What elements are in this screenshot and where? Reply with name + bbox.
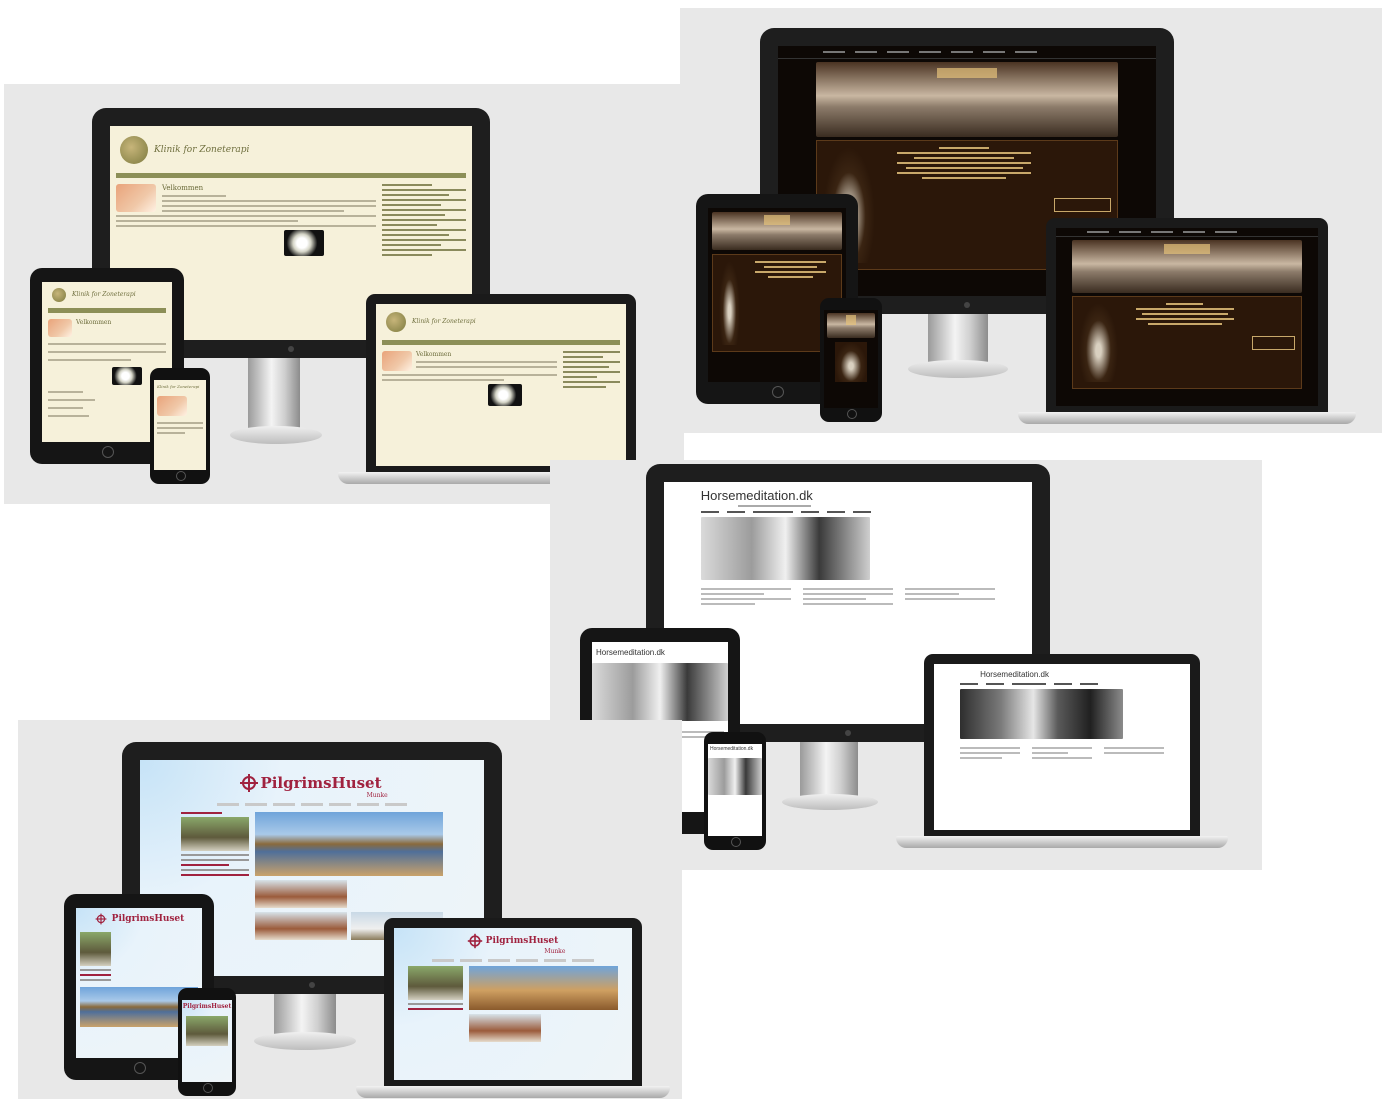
monitor-stand-base <box>782 794 878 810</box>
page-heading: Velkommen <box>416 350 452 358</box>
pilgrim-cross-icon <box>95 913 107 925</box>
site-logo-text: Klinik for Zoneterapi <box>157 383 200 389</box>
laptop-base <box>1018 412 1356 424</box>
hand-image <box>382 350 412 371</box>
hand-image <box>157 395 187 416</box>
laptop-base <box>356 1086 670 1098</box>
monitor-stand-neck <box>248 346 300 436</box>
bottle-image <box>834 342 868 382</box>
hand-image <box>116 184 156 213</box>
klinik-site-screen-phone: Klinik for Zoneterapi <box>154 380 206 470</box>
showcase-panel-cafe <box>680 8 1382 433</box>
site-nav-bar <box>664 507 1032 513</box>
laptop-device: PilgrimsHuset Munke <box>384 918 642 1088</box>
pilgrim-site-screen-phone: PilgrimsHuset <box>182 1000 232 1082</box>
orchid-image <box>284 230 324 257</box>
cafe-site-screen-phone <box>824 310 878 408</box>
pilgrim-site-screen-laptop: PilgrimsHuset Munke <box>394 928 632 1080</box>
logo-emblem-icon <box>52 287 66 302</box>
group-photo-image <box>408 966 463 1000</box>
phone-device: Horsemeditation.dk <box>704 732 766 850</box>
cafe-hero-image <box>815 61 1119 137</box>
hand-image <box>48 318 72 337</box>
phone-device <box>820 298 882 422</box>
monitor-stand-base <box>254 1032 356 1050</box>
phone-device: PilgrimsHuset <box>178 988 236 1096</box>
church-image <box>255 911 347 940</box>
site-logo-text: Klinik for Zoneterapi <box>72 291 136 299</box>
laptop-device: Horsemeditation.dk <box>924 654 1200 838</box>
site-brand: Horsemeditation.dk <box>596 648 665 657</box>
site-logo-subtitle: Munke <box>366 791 388 799</box>
phone-device: Klinik for Zoneterapi <box>150 368 210 484</box>
church-image <box>255 879 347 908</box>
site-logo-text: PilgrimsHuset <box>182 1003 232 1010</box>
site-brand: Horsemeditation.dk <box>710 746 754 752</box>
pilgrim-cross-icon <box>240 773 259 792</box>
showcase-panel-pilgrimshuset: PilgrimsHuset Munke PilgrimsHuset Pilgri… <box>18 720 682 1099</box>
horse-site-screen-laptop: Horsemeditation.dk <box>934 664 1190 830</box>
horse-hero-image <box>700 517 871 580</box>
horse-hero-image <box>592 663 728 721</box>
site-logo-text: PilgrimsHuset <box>485 936 559 946</box>
bottle-image <box>719 261 740 345</box>
laptop-device <box>1046 218 1328 414</box>
showcase-panel-klinik: Klinik for Zoneterapi Velkommen Klinik f… <box>4 84 684 504</box>
church-image <box>468 1014 542 1042</box>
klinik-site-screen-laptop: Klinik for Zoneterapi Velkommen <box>376 304 626 466</box>
cafe-site-screen-laptop <box>1056 228 1318 406</box>
horse-group-image <box>959 689 1124 739</box>
site-nav-bar <box>140 802 484 806</box>
site-logo-subtitle: Munke <box>544 948 566 955</box>
logo-emblem-icon <box>120 135 148 164</box>
group-photo-image <box>181 816 250 851</box>
bottle-image <box>1078 303 1118 382</box>
site-logo-text: PilgrimsHuset <box>260 773 382 792</box>
cafe-hero-image <box>1071 239 1303 294</box>
site-logo-text: Klinik for Zoneterapi <box>154 144 250 155</box>
pilgrim-cross-icon <box>467 933 482 949</box>
horse-hero-image <box>708 758 762 795</box>
promo-button[interactable] <box>1053 197 1112 212</box>
laptop-device: Klinik for Zoneterapi Velkommen <box>366 294 636 474</box>
group-photo-image <box>80 932 111 966</box>
cafe-hero-image <box>827 313 875 339</box>
site-brand: Horsemeditation.dk <box>700 488 813 503</box>
site-header: Klinik for Zoneterapi <box>110 126 472 173</box>
cafe-hero-image <box>712 212 842 251</box>
site-nav-bar <box>778 46 1156 59</box>
horse-site-screen-phone: Horsemeditation.dk <box>708 744 762 836</box>
monitor-stand-base <box>908 360 1008 378</box>
orchid-image <box>112 366 143 385</box>
site-logo-text: PilgrimsHuset <box>111 914 185 924</box>
lake-landscape-image <box>255 811 443 876</box>
site-logo-text: Klinik for Zoneterapi <box>412 318 476 326</box>
group-photo-image <box>186 1016 228 1046</box>
site-brand: Horsemeditation.dk <box>980 670 1049 679</box>
logo-emblem-icon <box>386 311 406 332</box>
page-heading: Velkommen <box>162 184 204 193</box>
page-heading: Velkommen <box>76 318 112 326</box>
monitor-stand-base <box>230 426 322 444</box>
promo-button[interactable] <box>1251 335 1296 350</box>
autumn-trees-image <box>468 966 618 1010</box>
orchid-image <box>487 383 522 406</box>
laptop-base <box>896 836 1228 848</box>
